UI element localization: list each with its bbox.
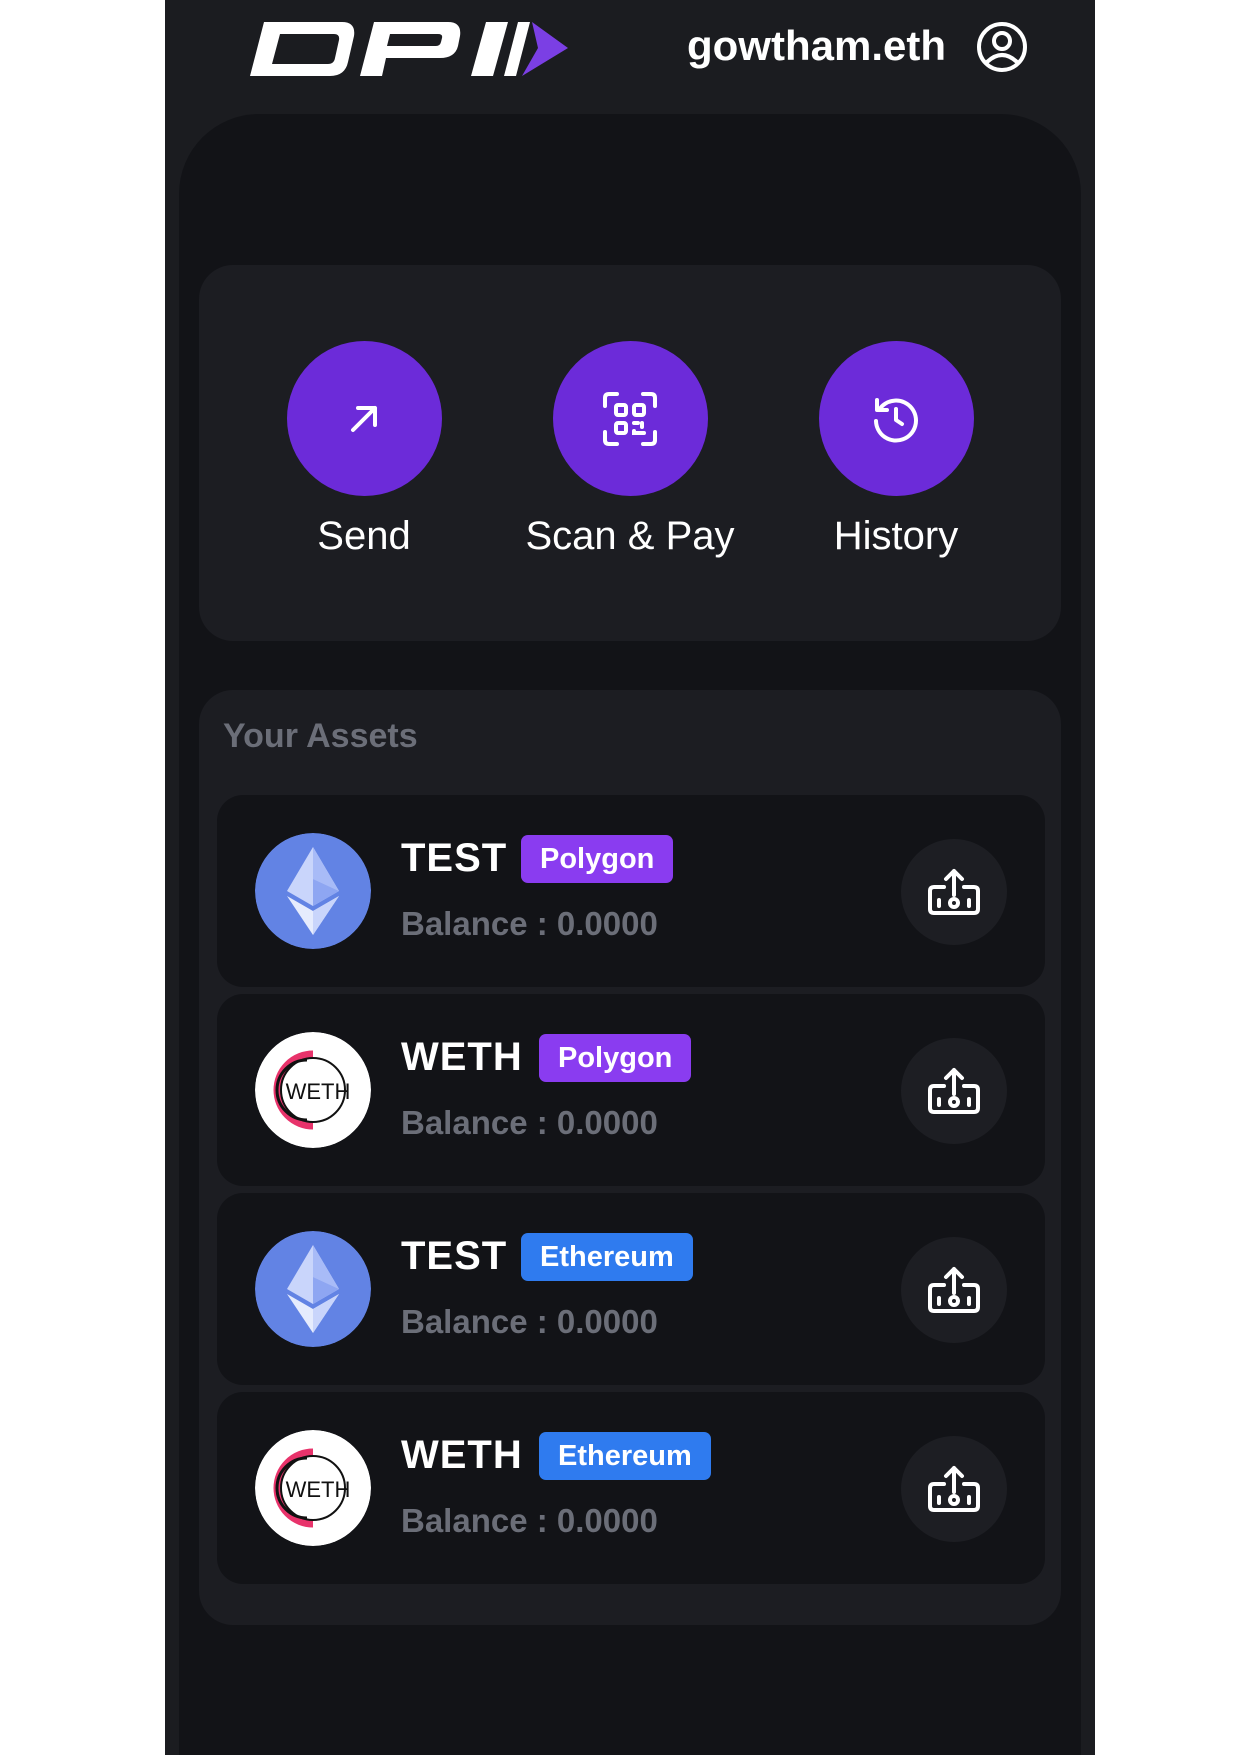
deposit-button[interactable] bbox=[901, 1436, 1007, 1542]
send-label: Send bbox=[317, 514, 411, 558]
weth-logo: WETH bbox=[255, 1430, 371, 1546]
assets-card: Your Assets TEST Polygon Balance : 0.000… bbox=[199, 690, 1061, 1625]
quick-actions-card: Send Scan & Pay History bbox=[199, 265, 1061, 641]
deposit-icon bbox=[928, 1068, 980, 1114]
user-circle-icon[interactable] bbox=[975, 20, 1029, 74]
token-name: WETH bbox=[401, 1433, 523, 1477]
deposit-icon bbox=[928, 869, 980, 915]
deposit-button[interactable] bbox=[901, 1038, 1007, 1144]
balance-text: Balance : 0.0000 bbox=[401, 905, 658, 942]
history-icon bbox=[874, 397, 918, 442]
username-label[interactable]: gowtham.eth bbox=[687, 18, 946, 74]
token-name: WETH bbox=[401, 1035, 523, 1079]
app-window: gowtham.eth Send Scan & Pay History Your… bbox=[165, 0, 1095, 1755]
scan-pay-button[interactable]: Scan & Pay bbox=[510, 341, 750, 560]
history-label: History bbox=[833, 514, 959, 558]
deposit-icon bbox=[928, 1466, 980, 1512]
chain-badge: Polygon bbox=[521, 835, 674, 883]
token-name: TEST bbox=[401, 1234, 508, 1278]
deposit-button[interactable] bbox=[901, 839, 1007, 945]
svg-text:WETH: WETH bbox=[286, 1079, 351, 1104]
weth-logo: WETH bbox=[255, 1032, 371, 1148]
send-button[interactable]: Send bbox=[244, 341, 484, 560]
asset-row[interactable]: TEST Ethereum Balance : 0.0000 bbox=[217, 1193, 1045, 1385]
deposit-icon bbox=[928, 1267, 980, 1313]
deposit-button[interactable] bbox=[901, 1237, 1007, 1343]
header: gowtham.eth bbox=[165, 0, 1095, 100]
assets-title: Your Assets bbox=[223, 717, 418, 755]
arrow-up-right-icon bbox=[351, 405, 377, 432]
ethereum-logo bbox=[255, 833, 371, 949]
asset-row[interactable]: TEST Polygon Balance : 0.0000 bbox=[217, 795, 1045, 987]
chain-badge: Polygon bbox=[539, 1034, 692, 1082]
scan-pay-action-circle[interactable] bbox=[552, 341, 708, 496]
svg-text:WETH: WETH bbox=[286, 1477, 351, 1502]
qr-scan-icon bbox=[603, 391, 657, 446]
balance-text: Balance : 0.0000 bbox=[401, 1502, 658, 1539]
scan-pay-label: Scan & Pay bbox=[525, 514, 735, 558]
chain-badge: Ethereum bbox=[539, 1432, 711, 1480]
history-action-circle[interactable] bbox=[818, 341, 974, 496]
dpi-logo[interactable] bbox=[250, 12, 570, 82]
ethereum-logo bbox=[255, 1231, 371, 1347]
asset-row[interactable]: WETH WETH Polygon Balance : 0.0000 bbox=[217, 994, 1045, 1186]
balance-text: Balance : 0.0000 bbox=[401, 1104, 658, 1141]
asset-row[interactable]: WETH WETH Ethereum Balance : 0.0000 bbox=[217, 1392, 1045, 1584]
token-name: TEST bbox=[401, 836, 508, 880]
history-button[interactable]: History bbox=[776, 341, 1016, 560]
chain-badge: Ethereum bbox=[521, 1233, 693, 1281]
balance-text: Balance : 0.0000 bbox=[401, 1303, 658, 1340]
send-action-circle[interactable] bbox=[286, 341, 442, 496]
